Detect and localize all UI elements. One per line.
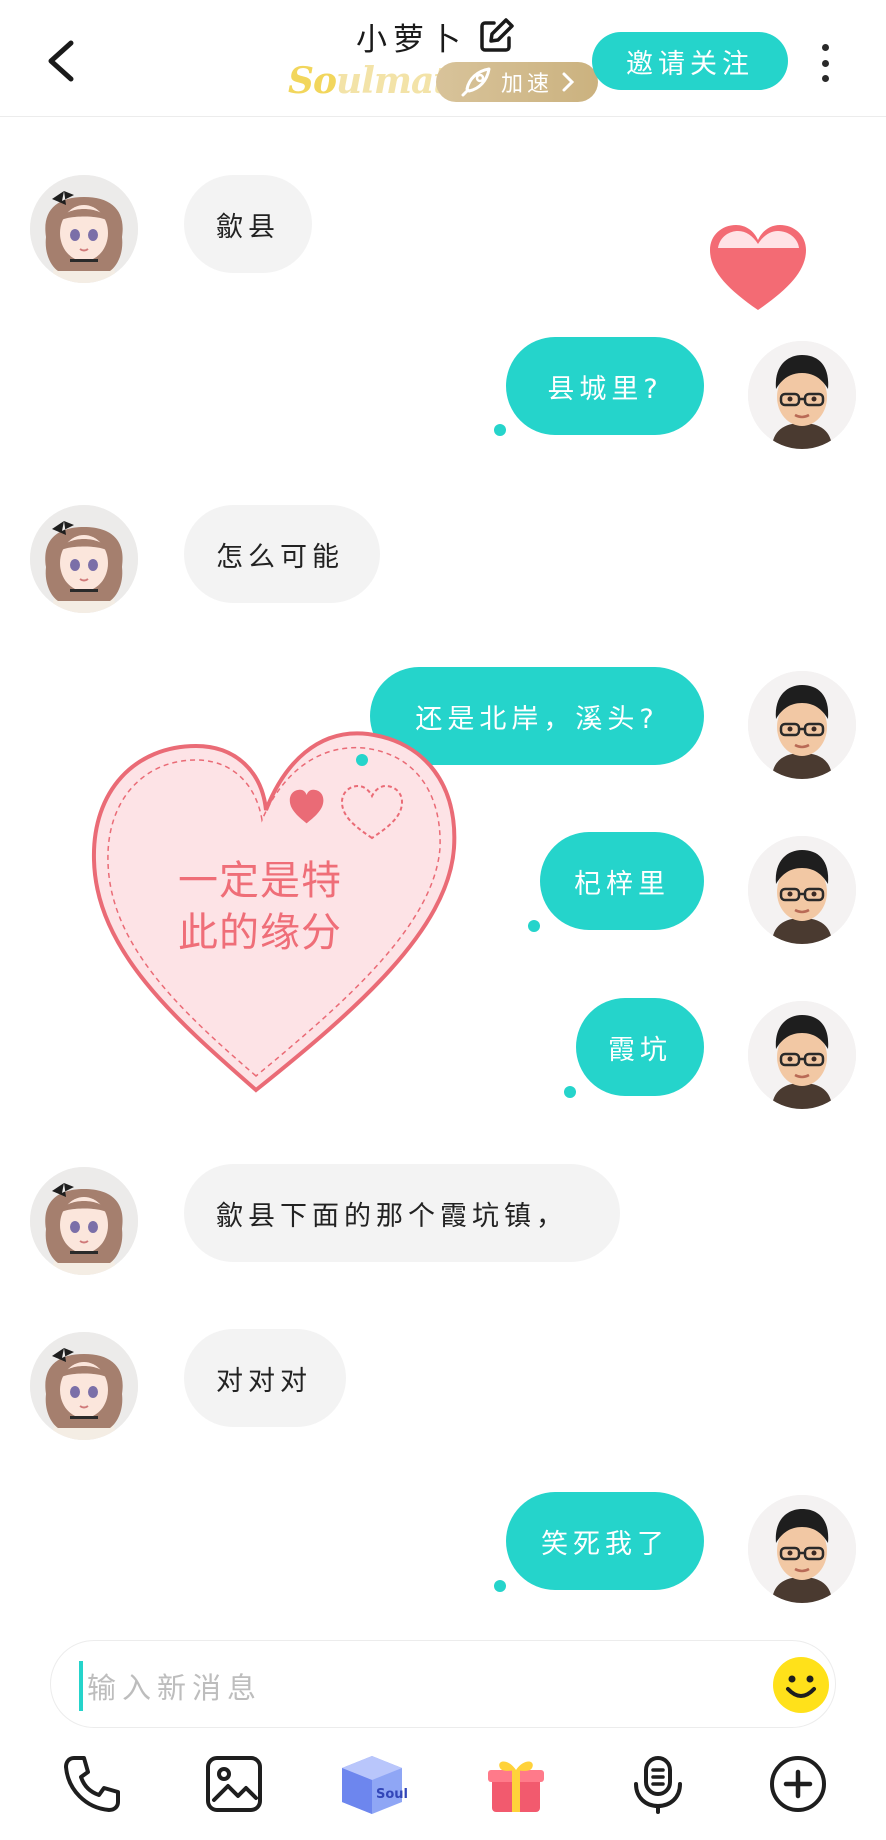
invite-follow-label: 邀请关注 bbox=[626, 48, 754, 80]
read-indicator bbox=[356, 754, 368, 766]
chat-header: 小萝卜 Soulmate 加速 邀请关注 bbox=[0, 0, 886, 117]
incoming-message-bubble[interactable]: 歙县 bbox=[184, 175, 312, 273]
partner-avatar[interactable] bbox=[30, 505, 138, 613]
boy-avatar-icon bbox=[748, 1001, 856, 1109]
message-text: 歙县 bbox=[216, 211, 280, 243]
chevron-right-icon bbox=[562, 72, 575, 92]
heart-reaction-icon bbox=[710, 225, 806, 310]
rocket-icon bbox=[461, 67, 491, 97]
message-text: 杞梓里 bbox=[574, 868, 670, 900]
image-icon[interactable] bbox=[202, 1752, 266, 1816]
my-avatar[interactable] bbox=[748, 341, 856, 449]
message-text: 对对对 bbox=[216, 1365, 312, 1397]
my-avatar[interactable] bbox=[748, 1001, 856, 1109]
read-indicator bbox=[564, 1086, 576, 1098]
back-button[interactable] bbox=[36, 34, 84, 88]
message-input[interactable]: 输入新消息 bbox=[50, 1640, 836, 1728]
sticker-line-2: 此的缘分 bbox=[178, 910, 342, 956]
soul-box-icon[interactable]: Soul bbox=[336, 1748, 408, 1818]
boy-avatar-icon bbox=[748, 836, 856, 944]
girl-avatar-icon bbox=[30, 505, 138, 613]
incoming-message-bubble[interactable]: 歙县下面的那个霞坑镇， bbox=[184, 1164, 620, 1262]
outgoing-message-bubble[interactable]: 霞坑 bbox=[576, 998, 704, 1096]
sticker-line-1: 一定是特 bbox=[178, 858, 342, 904]
emoji-icon[interactable] bbox=[771, 1655, 831, 1715]
outgoing-message-bubble[interactable]: 笑死我了 bbox=[506, 1492, 704, 1590]
outgoing-message-bubble[interactable]: 县城里? bbox=[506, 337, 704, 435]
read-indicator bbox=[494, 1580, 506, 1592]
message-text: 霞坑 bbox=[608, 1034, 672, 1066]
my-avatar[interactable] bbox=[748, 671, 856, 779]
boy-avatar-icon bbox=[748, 341, 856, 449]
girl-avatar-icon bbox=[30, 1332, 138, 1440]
more-dot bbox=[821, 75, 829, 82]
svg-text:Soul: Soul bbox=[376, 1787, 408, 1802]
speed-up-label: 加速 bbox=[500, 72, 553, 97]
read-indicator bbox=[528, 920, 540, 932]
message-text: 笑死我了 bbox=[541, 1528, 669, 1560]
invite-follow-button[interactable]: 邀请关注 bbox=[592, 32, 788, 90]
more-dot bbox=[821, 59, 829, 67]
text-caret bbox=[79, 1661, 83, 1711]
message-text: 县城里? bbox=[547, 373, 663, 405]
boy-avatar-icon bbox=[748, 671, 856, 779]
sticker-text: 一定是特 此的缘分 bbox=[150, 855, 370, 959]
chevron-left-icon bbox=[48, 40, 74, 82]
incoming-message-bubble[interactable]: 怎么可能 bbox=[184, 505, 380, 603]
partner-avatar[interactable] bbox=[30, 175, 138, 283]
chat-title-group: 小萝卜 bbox=[356, 14, 515, 58]
outgoing-message-bubble[interactable]: 杞梓里 bbox=[540, 832, 704, 930]
speed-up-button[interactable]: 加速 bbox=[436, 62, 598, 102]
my-avatar[interactable] bbox=[748, 1495, 856, 1603]
gift-icon[interactable] bbox=[484, 1752, 548, 1816]
girl-avatar-icon bbox=[30, 1167, 138, 1275]
message-input-placeholder: 输入新消息 bbox=[87, 1671, 263, 1705]
soulmate-prefix: So bbox=[288, 60, 337, 102]
read-indicator bbox=[494, 424, 506, 436]
partner-avatar[interactable] bbox=[30, 1167, 138, 1275]
edit-icon[interactable] bbox=[477, 17, 515, 55]
phone-icon[interactable] bbox=[60, 1752, 124, 1816]
partner-avatar[interactable] bbox=[30, 1332, 138, 1440]
plus-icon[interactable] bbox=[766, 1752, 830, 1816]
my-avatar[interactable] bbox=[748, 836, 856, 944]
message-text: 歙县下面的那个霞坑镇， bbox=[216, 1200, 568, 1232]
voice-icon[interactable] bbox=[626, 1752, 690, 1816]
message-text: 怎么可能 bbox=[216, 541, 344, 573]
more-dot bbox=[821, 44, 829, 51]
girl-avatar-icon bbox=[30, 175, 138, 283]
boy-avatar-icon bbox=[748, 1495, 856, 1603]
more-options-button[interactable] bbox=[810, 38, 840, 88]
chat-title: 小萝卜 bbox=[356, 21, 467, 58]
incoming-message-bubble[interactable]: 对对对 bbox=[184, 1329, 346, 1427]
